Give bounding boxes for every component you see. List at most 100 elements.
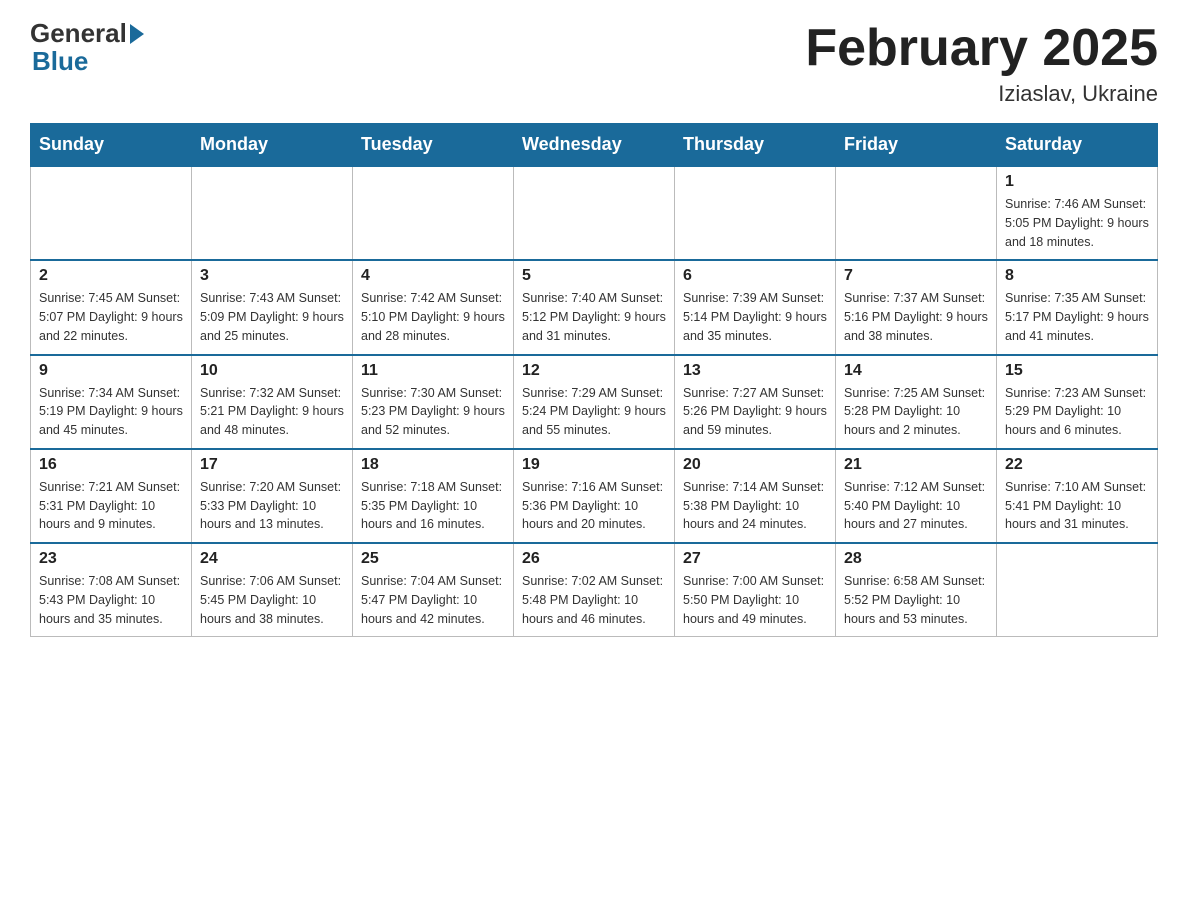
calendar-header: Sunday Monday Tuesday Wednesday Thursday… [31,124,1158,167]
calendar-cell: 20 Sunrise: 7:14 AM Sunset: 5:38 PM Dayli… [675,449,836,543]
day-number: 19 [522,456,666,474]
day-info: Sunrise: 7:30 AM Sunset: 5:23 PM Dayligh… [361,384,505,440]
calendar-cell: 1 Sunrise: 7:46 AM Sunset: 5:05 PM Daylig… [997,166,1158,260]
calendar-week-4: 16Sunrise: 7:21 AM Sunset: 5:31 PM Dayli… [31,449,1158,543]
calendar-cell: 11 Sunrise: 7:30 AM Sunset: 5:23 PM Dayli… [353,355,514,449]
day-number: 4 [361,267,505,285]
day-info: Sunrise: 7:40 AM Sunset: 5:12 PM Dayligh… [522,289,666,345]
col-wednesday: Wednesday [514,124,675,167]
day-info: Sunrise: 7:27 AM Sunset: 5:26 PM Dayligh… [683,384,827,440]
day-number: 21 [844,456,988,474]
day-number: 22 [1005,456,1149,474]
col-monday: Monday [192,124,353,167]
calendar-cell: 4 Sunrise: 7:42 AM Sunset: 5:10 PM Daylig… [353,260,514,354]
day-number: 1 [1005,173,1149,191]
calendar-cell: 28 Sunrise: 6:58 AM Sunset: 5:52 PM Dayli… [836,543,997,637]
col-friday: Friday [836,124,997,167]
col-sunday: Sunday [31,124,192,167]
day-info: Sunrise: 7:39 AM Sunset: 5:14 PM Dayligh… [683,289,827,345]
calendar-cell: 8Sunrise: 7:35 AM Sunset: 5:17 PM Daylig… [997,260,1158,354]
day-number: 13 [683,362,827,380]
day-info: Sunrise: 7:10 AM Sunset: 5:41 PM Dayligh… [1005,478,1149,534]
calendar-cell: 25Sunrise: 7:04 AM Sunset: 5:47 PM Dayli… [353,543,514,637]
day-info: Sunrise: 7:37 AM Sunset: 5:16 PM Dayligh… [844,289,988,345]
calendar-week-3: 9Sunrise: 7:34 AM Sunset: 5:19 PM Daylig… [31,355,1158,449]
col-thursday: Thursday [675,124,836,167]
calendar-week-1: 1 Sunrise: 7:46 AM Sunset: 5:05 PM Daylig… [31,166,1158,260]
day-info: Sunrise: 7:12 AM Sunset: 5:40 PM Dayligh… [844,478,988,534]
calendar-cell [353,166,514,260]
day-info: Sunrise: 7:29 AM Sunset: 5:24 PM Dayligh… [522,384,666,440]
logo-blue-text: Blue [32,46,88,77]
calendar-cell: 27 Sunrise: 7:00 AM Sunset: 5:50 PM Dayli… [675,543,836,637]
calendar-cell [192,166,353,260]
day-info: Sunrise: 7:16 AM Sunset: 5:36 PM Dayligh… [522,478,666,534]
day-number: 28 [844,550,988,568]
day-info: Sunrise: 7:20 AM Sunset: 5:33 PM Dayligh… [200,478,344,534]
calendar-week-2: 2Sunrise: 7:45 AM Sunset: 5:07 PM Daylig… [31,260,1158,354]
day-info: Sunrise: 6:58 AM Sunset: 5:52 PM Dayligh… [844,572,988,628]
day-info: Sunrise: 7:04 AM Sunset: 5:47 PM Dayligh… [361,572,505,628]
calendar-body: 1 Sunrise: 7:46 AM Sunset: 5:05 PM Daylig… [31,166,1158,637]
page-header: General Blue February 2025 Iziaslav, Ukr… [30,20,1158,107]
calendar-cell: 7Sunrise: 7:37 AM Sunset: 5:16 PM Daylig… [836,260,997,354]
title-block: February 2025 Iziaslav, Ukraine [805,20,1158,107]
calendar-cell: 16Sunrise: 7:21 AM Sunset: 5:31 PM Dayli… [31,449,192,543]
day-info: Sunrise: 7:06 AM Sunset: 5:45 PM Dayligh… [200,572,344,628]
calendar-cell [997,543,1158,637]
day-info: Sunrise: 7:34 AM Sunset: 5:19 PM Dayligh… [39,384,183,440]
day-number: 12 [522,362,666,380]
day-number: 11 [361,362,505,380]
logo-arrow-icon [130,24,144,44]
calendar-cell: 17 Sunrise: 7:20 AM Sunset: 5:33 PM Dayli… [192,449,353,543]
col-saturday: Saturday [997,124,1158,167]
day-number: 18 [361,456,505,474]
calendar-cell: 24 Sunrise: 7:06 AM Sunset: 5:45 PM Dayli… [192,543,353,637]
calendar-cell: 23 Sunrise: 7:08 AM Sunset: 5:43 PM Dayli… [31,543,192,637]
day-number: 14 [844,362,988,380]
day-number: 8 [1005,267,1149,285]
calendar-cell: 10 Sunrise: 7:32 AM Sunset: 5:21 PM Dayli… [192,355,353,449]
day-number: 26 [522,550,666,568]
day-info: Sunrise: 7:25 AM Sunset: 5:28 PM Dayligh… [844,384,988,440]
calendar-cell: 3Sunrise: 7:43 AM Sunset: 5:09 PM Daylig… [192,260,353,354]
calendar-cell [675,166,836,260]
calendar-cell [514,166,675,260]
calendar-cell: 18 Sunrise: 7:18 AM Sunset: 5:35 PM Dayli… [353,449,514,543]
day-info: Sunrise: 7:08 AM Sunset: 5:43 PM Dayligh… [39,572,183,628]
calendar-cell: 15Sunrise: 7:23 AM Sunset: 5:29 PM Dayli… [997,355,1158,449]
calendar-cell: 2Sunrise: 7:45 AM Sunset: 5:07 PM Daylig… [31,260,192,354]
calendar-cell [31,166,192,260]
day-info: Sunrise: 7:02 AM Sunset: 5:48 PM Dayligh… [522,572,666,628]
day-info: Sunrise: 7:32 AM Sunset: 5:21 PM Dayligh… [200,384,344,440]
day-info: Sunrise: 7:18 AM Sunset: 5:35 PM Dayligh… [361,478,505,534]
day-info: Sunrise: 7:42 AM Sunset: 5:10 PM Dayligh… [361,289,505,345]
calendar-cell: 5 Sunrise: 7:40 AM Sunset: 5:12 PM Daylig… [514,260,675,354]
day-number: 24 [200,550,344,568]
calendar-cell: 26 Sunrise: 7:02 AM Sunset: 5:48 PM Dayli… [514,543,675,637]
calendar-cell: 22 Sunrise: 7:10 AM Sunset: 5:41 PM Dayli… [997,449,1158,543]
day-info: Sunrise: 7:14 AM Sunset: 5:38 PM Dayligh… [683,478,827,534]
calendar-subtitle: Iziaslav, Ukraine [805,81,1158,107]
day-number: 23 [39,550,183,568]
day-number: 17 [200,456,344,474]
day-number: 20 [683,456,827,474]
calendar-week-5: 23 Sunrise: 7:08 AM Sunset: 5:43 PM Dayli… [31,543,1158,637]
day-number: 27 [683,550,827,568]
day-info: Sunrise: 7:46 AM Sunset: 5:05 PM Dayligh… [1005,195,1149,251]
calendar-cell: 6 Sunrise: 7:39 AM Sunset: 5:14 PM Daylig… [675,260,836,354]
calendar-cell: 14 Sunrise: 7:25 AM Sunset: 5:28 PM Dayli… [836,355,997,449]
logo-top: General [30,20,144,46]
day-info: Sunrise: 7:21 AM Sunset: 5:31 PM Dayligh… [39,478,183,534]
day-info: Sunrise: 7:00 AM Sunset: 5:50 PM Dayligh… [683,572,827,628]
logo: General Blue [30,20,144,77]
calendar-cell: 19 Sunrise: 7:16 AM Sunset: 5:36 PM Dayli… [514,449,675,543]
day-info: Sunrise: 7:43 AM Sunset: 5:09 PM Dayligh… [200,289,344,345]
day-number: 10 [200,362,344,380]
calendar-cell: 12 Sunrise: 7:29 AM Sunset: 5:24 PM Dayli… [514,355,675,449]
day-info: Sunrise: 7:23 AM Sunset: 5:29 PM Dayligh… [1005,384,1149,440]
day-number: 6 [683,267,827,285]
header-row: Sunday Monday Tuesday Wednesday Thursday… [31,124,1158,167]
calendar-cell: 13 Sunrise: 7:27 AM Sunset: 5:26 PM Dayli… [675,355,836,449]
day-number: 5 [522,267,666,285]
